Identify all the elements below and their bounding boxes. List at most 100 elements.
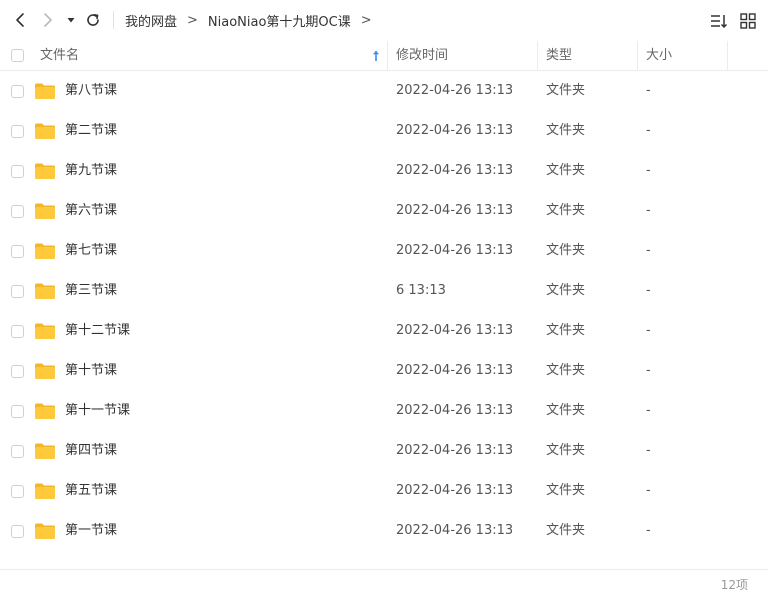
row-checkbox[interactable] <box>11 165 24 178</box>
breadcrumb-item-root[interactable]: 我的网盘 <box>125 11 177 30</box>
breadcrumb-separator[interactable]: > <box>361 13 372 28</box>
file-modified-time: 2022-04-26 13:13 <box>396 323 514 338</box>
refresh-button[interactable] <box>83 10 103 30</box>
file-name[interactable]: 第十节课 <box>65 351 117 391</box>
sort-icon <box>711 15 728 29</box>
file-size: - <box>646 83 651 98</box>
row-checkbox[interactable] <box>11 125 24 138</box>
table-row[interactable]: 第十一节课 2022-04-26 13:13 文件夹 - <box>0 391 768 431</box>
folder-icon <box>35 123 55 139</box>
file-modified-time: 2022-04-26 13:13 <box>396 523 514 538</box>
file-name[interactable]: 第四节课 <box>65 431 117 471</box>
column-header-size[interactable]: 大小 <box>646 41 672 71</box>
breadcrumb-item-current[interactable]: NiaoNiao第十九期OC课 <box>208 11 351 30</box>
table-row[interactable]: 第二节课 2022-04-26 13:13 文件夹 - <box>0 111 768 151</box>
breadcrumb-separator: > <box>187 13 198 28</box>
file-modified-time: 2022-04-26 13:13 <box>396 363 514 378</box>
forward-button[interactable] <box>38 10 58 30</box>
table-row[interactable]: 第三节课 6 13:13 文件夹 - <box>0 271 768 311</box>
folder-icon <box>35 523 55 539</box>
sort-ascending-icon <box>372 51 380 61</box>
row-checkbox[interactable] <box>11 325 24 338</box>
folder-icon <box>35 283 55 299</box>
row-checkbox[interactable] <box>11 365 24 378</box>
table-row[interactable]: 第九节课 2022-04-26 13:13 文件夹 - <box>0 151 768 191</box>
file-type: 文件夹 <box>546 243 586 258</box>
table-row[interactable]: 第一节课 2022-04-26 13:13 文件夹 - <box>0 511 768 551</box>
folder-icon <box>35 403 55 419</box>
row-checkbox[interactable] <box>11 525 24 538</box>
file-type: 文件夹 <box>546 443 586 458</box>
file-size: - <box>646 483 651 498</box>
file-list-header: 文件名 修改时间 类型 大小 <box>0 41 768 71</box>
back-button[interactable] <box>10 10 30 30</box>
refresh-icon <box>87 14 99 26</box>
item-count: 12项 <box>720 578 748 592</box>
file-name[interactable]: 第九节课 <box>65 151 117 191</box>
chevron-left-icon <box>16 13 24 27</box>
file-size: - <box>646 443 651 458</box>
file-name[interactable]: 第七节课 <box>65 231 117 271</box>
file-modified-time: 2022-04-26 13:13 <box>396 203 514 218</box>
file-name[interactable]: 第二节课 <box>65 111 117 151</box>
file-modified-time: 2022-04-26 13:13 <box>396 443 514 458</box>
column-header-modified[interactable]: 修改时间 <box>396 41 448 71</box>
history-dropdown-button[interactable] <box>63 10 79 30</box>
toolbar: 我的网盘 > NiaoNiao第十九期OC课 > <box>0 0 768 41</box>
file-type: 文件夹 <box>546 323 586 338</box>
caret-down-icon <box>67 18 75 23</box>
toolbar-divider <box>113 11 114 29</box>
grid-view-icon <box>740 13 756 29</box>
row-checkbox[interactable] <box>11 485 24 498</box>
table-row[interactable]: 第七节课 2022-04-26 13:13 文件夹 - <box>0 231 768 271</box>
column-divider[interactable] <box>387 41 388 71</box>
file-size: - <box>646 163 651 178</box>
file-name[interactable]: 第五节课 <box>65 471 117 511</box>
file-type: 文件夹 <box>546 83 586 98</box>
file-modified-time: 2022-04-26 13:13 <box>396 123 514 138</box>
file-name[interactable]: 第十一节课 <box>65 391 130 431</box>
table-row[interactable]: 第十节课 2022-04-26 13:13 文件夹 - <box>0 351 768 391</box>
folder-icon <box>35 243 55 259</box>
row-checkbox[interactable] <box>11 405 24 418</box>
file-type: 文件夹 <box>546 523 586 538</box>
column-divider[interactable] <box>637 41 638 71</box>
column-header-name[interactable]: 文件名 <box>40 41 79 71</box>
folder-icon <box>35 323 55 339</box>
select-all-checkbox[interactable] <box>11 49 24 62</box>
row-checkbox[interactable] <box>11 245 24 258</box>
file-modified-time: 2022-04-26 13:13 <box>396 83 514 98</box>
table-row[interactable]: 第六节课 2022-04-26 13:13 文件夹 - <box>0 191 768 231</box>
column-divider[interactable] <box>727 41 728 71</box>
file-size: - <box>646 363 651 378</box>
table-row[interactable]: 第五节课 2022-04-26 13:13 文件夹 - <box>0 471 768 511</box>
file-type: 文件夹 <box>546 483 586 498</box>
file-name[interactable]: 第八节课 <box>65 71 117 111</box>
footer-divider <box>0 569 768 570</box>
column-header-type[interactable]: 类型 <box>546 41 572 71</box>
file-size: - <box>646 283 651 298</box>
file-name[interactable]: 第十二节课 <box>65 311 130 351</box>
file-type: 文件夹 <box>546 283 586 298</box>
row-checkbox[interactable] <box>11 285 24 298</box>
grid-view-button[interactable] <box>739 12 757 30</box>
folder-icon <box>35 83 55 99</box>
file-type: 文件夹 <box>546 363 586 378</box>
table-row[interactable]: 第四节课 2022-04-26 13:13 文件夹 - <box>0 431 768 471</box>
file-type: 文件夹 <box>546 123 586 138</box>
row-checkbox[interactable] <box>11 445 24 458</box>
row-checkbox[interactable] <box>11 205 24 218</box>
file-type: 文件夹 <box>546 203 586 218</box>
column-divider[interactable] <box>537 41 538 71</box>
folder-icon <box>35 363 55 379</box>
file-name[interactable]: 第三节课 <box>65 271 117 311</box>
row-checkbox[interactable] <box>11 85 24 98</box>
file-name[interactable]: 第六节课 <box>65 191 117 231</box>
table-row[interactable]: 第十二节课 2022-04-26 13:13 文件夹 - <box>0 311 768 351</box>
chevron-right-icon <box>44 13 52 27</box>
sort-button[interactable] <box>710 12 728 30</box>
breadcrumb: 我的网盘 > NiaoNiao第十九期OC课 > <box>125 0 382 41</box>
file-size: - <box>646 523 651 538</box>
table-row[interactable]: 第八节课 2022-04-26 13:13 文件夹 - <box>0 71 768 111</box>
file-name[interactable]: 第一节课 <box>65 511 117 551</box>
